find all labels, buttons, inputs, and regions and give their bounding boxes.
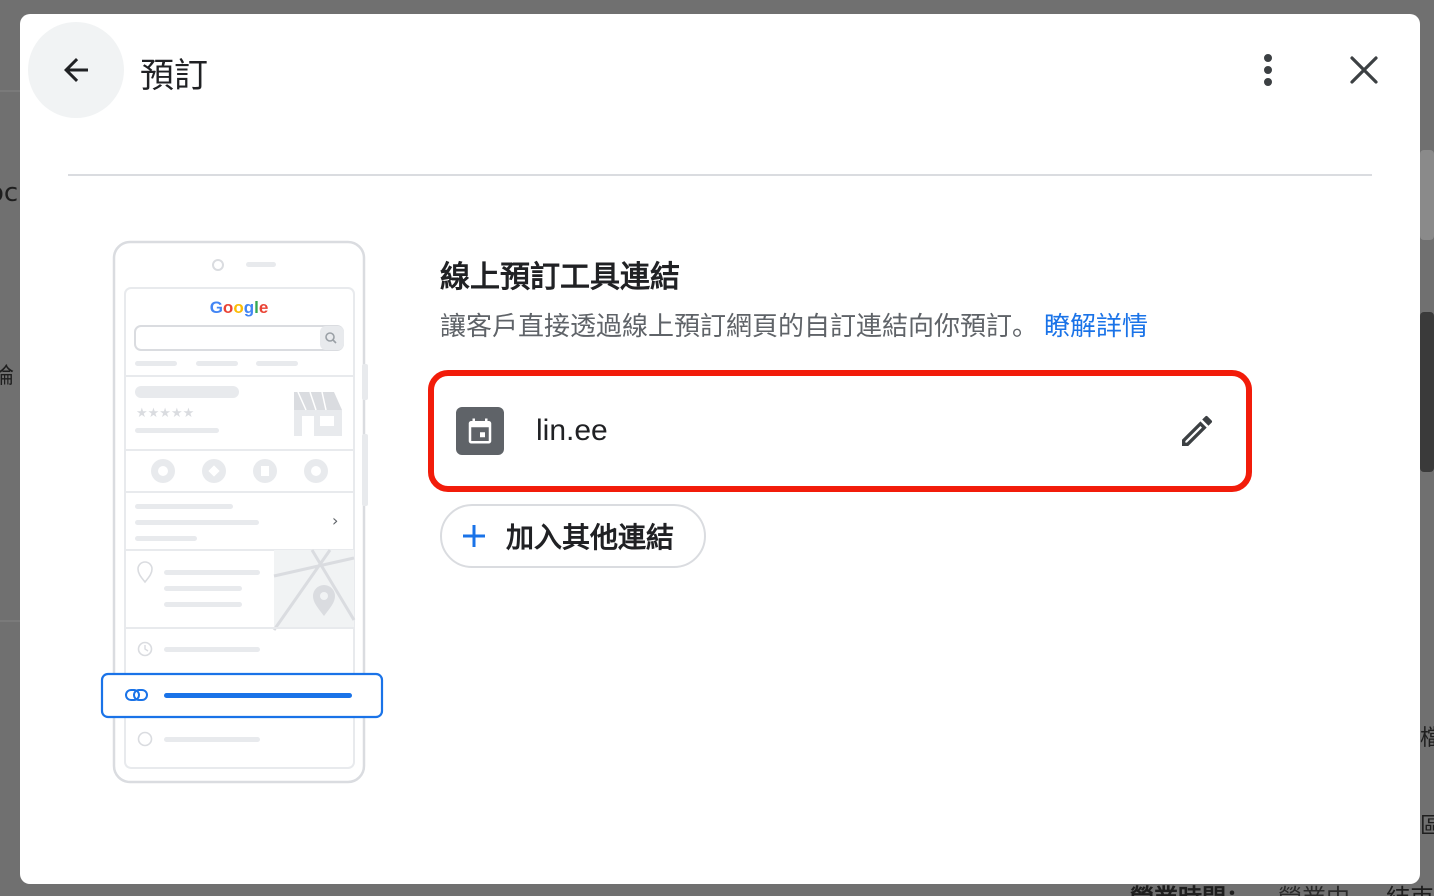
rating-stars: ★★★★★ <box>136 406 194 421</box>
background-text: 檔 <box>1420 726 1434 751</box>
background-photo <box>1420 150 1434 240</box>
close-button[interactable] <box>1338 44 1390 96</box>
booking-link-row[interactable]: lin.ee <box>440 380 1240 482</box>
section-description: 讓客戶直接透過線上預訂網頁的自訂連結向你預訂。 瞭解詳情 <box>440 306 1148 343</box>
google-logo: Google <box>210 298 269 317</box>
header-divider <box>68 174 1372 176</box>
booking-link-value: lin.ee <box>536 414 608 447</box>
calendar-icon <box>456 407 504 455</box>
more-vert-icon <box>1264 54 1272 86</box>
background-divider <box>0 90 20 92</box>
close-icon <box>1350 56 1378 84</box>
edit-link-button[interactable] <box>1172 406 1222 456</box>
back-button[interactable] <box>28 22 124 118</box>
arrow-back-icon <box>64 58 88 82</box>
section-title: 線上預訂工具連結 <box>440 260 680 295</box>
background-photo <box>1420 312 1434 472</box>
storefront-icon <box>294 391 342 436</box>
search-bar <box>134 325 344 351</box>
background-text: 區 <box>1420 814 1434 839</box>
plus-icon <box>463 525 485 547</box>
pencil-edit-icon <box>1182 415 1213 446</box>
add-other-link-label: 加入其他連結 <box>506 521 675 554</box>
phone-illustration: Google ★★★★★ › <box>98 238 398 803</box>
speaker-slot <box>246 262 276 267</box>
booking-dialog: 預訂 Google ★★★★★ › 線上預訂工具連結 讓客戶直接透過線上預訂網頁… <box>20 14 1420 884</box>
dialog-title: 預訂 <box>140 56 208 96</box>
background-text: oc <box>0 178 19 208</box>
add-other-link-button[interactable]: 加入其他連結 <box>440 504 707 568</box>
chevron-right-icon: › <box>332 511 338 530</box>
background-divider <box>0 620 20 622</box>
background-text: 論 <box>0 364 15 389</box>
more-options-button[interactable] <box>1242 44 1294 96</box>
description-text: 讓客戶直接透過線上預訂網頁的自訂連結向你預訂。 <box>440 312 1039 342</box>
learn-more-link[interactable]: 瞭解詳情 <box>1044 312 1148 342</box>
